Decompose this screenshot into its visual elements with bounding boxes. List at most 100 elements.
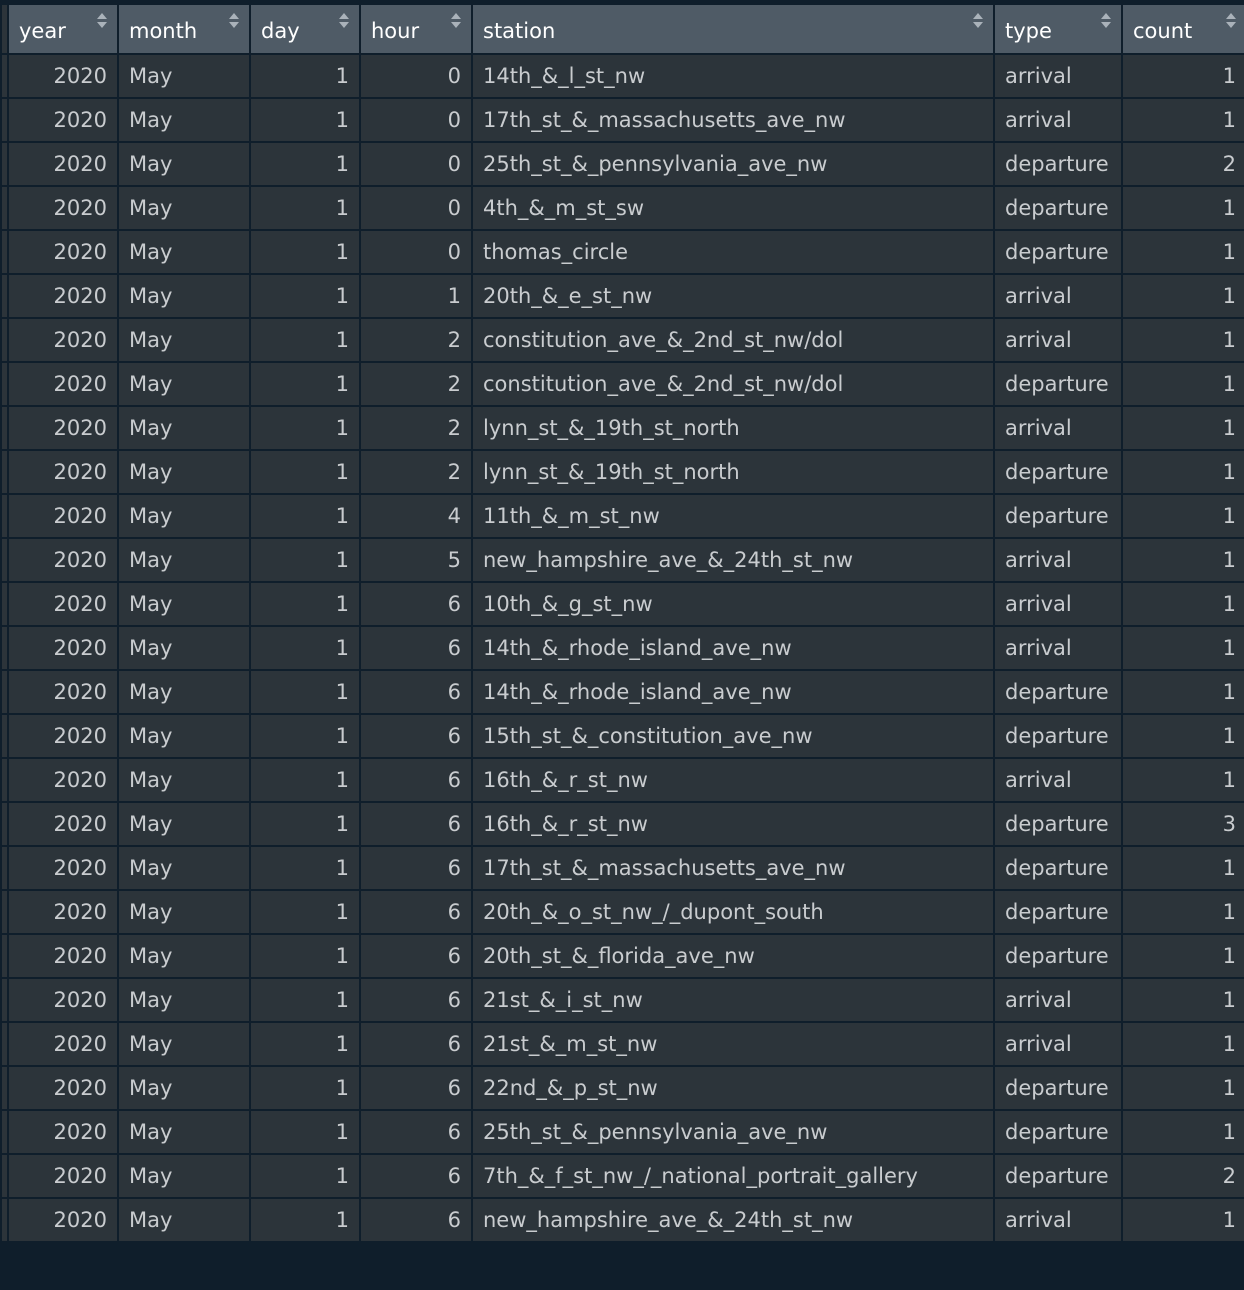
row-name-cell bbox=[0, 1065, 9, 1111]
row-name-cell bbox=[0, 1021, 9, 1067]
cell-day: 1 bbox=[249, 801, 361, 847]
cell-month: May bbox=[117, 933, 251, 979]
data-viewer-table: year month day hour station type count 2020 May… bbox=[0, 3, 1244, 1243]
cell-year: 2020 bbox=[7, 537, 119, 583]
column-header-label: month bbox=[129, 19, 198, 43]
sort-icon[interactable] bbox=[229, 13, 239, 31]
cell-count: 2 bbox=[1121, 1153, 1244, 1199]
cell-month: May bbox=[117, 801, 251, 847]
cell-type: departure bbox=[993, 801, 1123, 847]
cell-hour: 6 bbox=[359, 625, 473, 671]
cell-month: May bbox=[117, 889, 251, 935]
table-row: 2020 May 1 6 16th_&_r_st_nw arrival 1 bbox=[0, 757, 1244, 803]
cell-station: 20th_st_&_florida_ave_nw bbox=[471, 933, 995, 979]
column-header-label: day bbox=[261, 19, 300, 43]
sort-icon[interactable] bbox=[97, 13, 107, 31]
cell-month: May bbox=[117, 1109, 251, 1155]
table-row: 2020 May 1 6 new_hampshire_ave_&_24th_st_nw a… bbox=[0, 1197, 1244, 1243]
table-row: 2020 May 1 6 20th_st_&_florida_ave_nw departu… bbox=[0, 933, 1244, 979]
sort-icon[interactable] bbox=[1101, 13, 1111, 31]
row-name-cell bbox=[0, 185, 9, 231]
table-row: 2020 May 1 6 20th_&_o_st_nw_/_dupont_south de… bbox=[0, 889, 1244, 935]
cell-year: 2020 bbox=[7, 889, 119, 935]
table-row: 2020 May 1 6 15th_st_&_constitution_ave_nw de… bbox=[0, 713, 1244, 759]
cell-hour: 6 bbox=[359, 845, 473, 891]
cell-count: 1 bbox=[1121, 933, 1244, 979]
cell-year: 2020 bbox=[7, 977, 119, 1023]
cell-type: arrival bbox=[993, 1021, 1123, 1067]
cell-hour: 0 bbox=[359, 97, 473, 143]
cell-year: 2020 bbox=[7, 1153, 119, 1199]
cell-month: May bbox=[117, 317, 251, 363]
cell-year: 2020 bbox=[7, 53, 119, 99]
cell-station: 14th_&_l_st_nw bbox=[471, 53, 995, 99]
cell-hour: 6 bbox=[359, 581, 473, 627]
cell-count: 3 bbox=[1121, 801, 1244, 847]
column-header-station[interactable]: station bbox=[471, 3, 995, 55]
cell-count: 1 bbox=[1121, 669, 1244, 715]
cell-count: 1 bbox=[1121, 1197, 1244, 1243]
row-name-cell bbox=[0, 493, 9, 539]
cell-year: 2020 bbox=[7, 141, 119, 187]
table-row: 2020 May 1 2 lynn_st_&_19th_st_north arrival 1 bbox=[0, 405, 1244, 451]
row-name-cell bbox=[0, 1153, 9, 1199]
column-header-hour[interactable]: hour bbox=[359, 3, 473, 55]
cell-month: May bbox=[117, 537, 251, 583]
cell-type: departure bbox=[993, 449, 1123, 495]
sort-icon[interactable] bbox=[451, 13, 461, 31]
sort-icon[interactable] bbox=[339, 13, 349, 31]
cell-type: departure bbox=[993, 1153, 1123, 1199]
row-name-cell bbox=[0, 1197, 9, 1243]
column-header-day[interactable]: day bbox=[249, 3, 361, 55]
cell-station: 16th_&_r_st_nw bbox=[471, 801, 995, 847]
row-name-cell bbox=[0, 537, 9, 583]
table-row: 2020 May 1 6 25th_st_&_pennsylvania_ave_nw de… bbox=[0, 1109, 1244, 1155]
column-header-label: year bbox=[19, 19, 66, 43]
cell-day: 1 bbox=[249, 977, 361, 1023]
cell-type: arrival bbox=[993, 53, 1123, 99]
cell-year: 2020 bbox=[7, 801, 119, 847]
cell-type: arrival bbox=[993, 757, 1123, 803]
column-header-month[interactable]: month bbox=[117, 3, 251, 55]
table-row: 2020 May 1 0 17th_st_&_massachusetts_ave_nw a… bbox=[0, 97, 1244, 143]
table-row: 2020 May 1 2 lynn_st_&_19th_st_north departur… bbox=[0, 449, 1244, 495]
cell-year: 2020 bbox=[7, 1065, 119, 1111]
cell-count: 1 bbox=[1121, 1065, 1244, 1111]
cell-month: May bbox=[117, 229, 251, 275]
cell-station: 17th_st_&_massachusetts_ave_nw bbox=[471, 845, 995, 891]
cell-station: lynn_st_&_19th_st_north bbox=[471, 449, 995, 495]
column-header-count[interactable]: count bbox=[1121, 3, 1244, 55]
cell-station: 11th_&_m_st_nw bbox=[471, 493, 995, 539]
cell-station: constitution_ave_&_2nd_st_nw/dol bbox=[471, 361, 995, 407]
column-header-year[interactable]: year bbox=[7, 3, 119, 55]
cell-day: 1 bbox=[249, 141, 361, 187]
cell-hour: 0 bbox=[359, 229, 473, 275]
cell-type: arrival bbox=[993, 625, 1123, 671]
row-name-cell bbox=[0, 229, 9, 275]
sort-icon[interactable] bbox=[1226, 13, 1236, 31]
cell-day: 1 bbox=[249, 537, 361, 583]
cell-hour: 6 bbox=[359, 889, 473, 935]
row-name-cell bbox=[0, 141, 9, 187]
cell-month: May bbox=[117, 713, 251, 759]
cell-hour: 4 bbox=[359, 493, 473, 539]
column-header-label: station bbox=[483, 19, 556, 43]
cell-station: thomas_circle bbox=[471, 229, 995, 275]
cell-count: 1 bbox=[1121, 977, 1244, 1023]
cell-type: departure bbox=[993, 889, 1123, 935]
cell-year: 2020 bbox=[7, 713, 119, 759]
cell-month: May bbox=[117, 141, 251, 187]
cell-year: 2020 bbox=[7, 1197, 119, 1243]
cell-day: 1 bbox=[249, 757, 361, 803]
sort-icon[interactable] bbox=[973, 13, 983, 31]
cell-day: 1 bbox=[249, 1197, 361, 1243]
column-header-type[interactable]: type bbox=[993, 3, 1123, 55]
cell-day: 1 bbox=[249, 405, 361, 451]
cell-type: departure bbox=[993, 141, 1123, 187]
cell-type: departure bbox=[993, 1109, 1123, 1155]
table-row: 2020 May 1 2 constitution_ave_&_2nd_st_nw/do… bbox=[0, 317, 1244, 363]
row-name-cell bbox=[0, 1109, 9, 1155]
cell-hour: 6 bbox=[359, 1197, 473, 1243]
cell-hour: 1 bbox=[359, 273, 473, 319]
table-row: 2020 May 1 0 14th_&_l_st_nw arrival 1 bbox=[0, 53, 1244, 99]
